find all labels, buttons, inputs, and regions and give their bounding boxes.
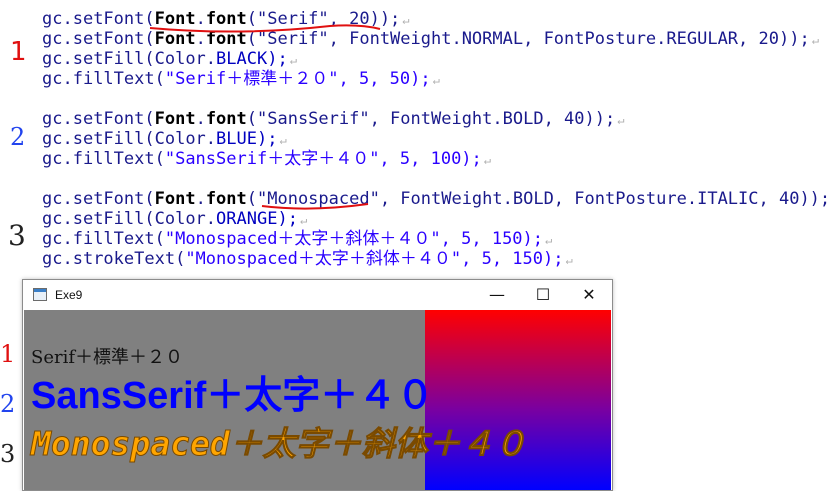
red-underline-monospaced	[261, 203, 369, 210]
close-button[interactable]: ✕	[566, 280, 612, 310]
window-marker-1: 1	[0, 340, 16, 368]
underline-annotation	[149, 24, 381, 210]
annotation-marker-1: 1	[10, 37, 27, 67]
app-window-icon	[33, 288, 47, 301]
code-editor[interactable]: gc.setFont(Font.font("Serif", 20)); ↵ gc.…	[0, 0, 829, 280]
serif-text: Serif＋標準＋２０	[31, 347, 184, 368]
monospaced-text: Monospaced＋太字＋斜体＋４０	[31, 424, 528, 464]
annotation-marker-2: 2	[10, 123, 26, 151]
window-marker-3: 3	[0, 440, 16, 468]
drawing-canvas: Serif＋標準＋２０ SansSerif＋太字＋４０ Monospaced＋太…	[24, 310, 611, 490]
maximize-button[interactable]: ☐	[520, 280, 566, 310]
window-titlebar[interactable]: Exe9 — ☐ ✕	[23, 280, 612, 310]
sansserif-text: SansSerif＋太字＋４０	[31, 375, 435, 417]
app-window[interactable]: Exe9 — ☐ ✕ Serif＋標準＋２０ SansSerif＋太字＋４０ M…	[22, 279, 613, 491]
window-title: Exe9	[55, 288, 83, 302]
annotation-marker-3: 3	[8, 219, 26, 252]
window-marker-2: 2	[0, 390, 16, 418]
minimize-button[interactable]: —	[474, 280, 520, 310]
red-underline-serif	[149, 24, 381, 33]
